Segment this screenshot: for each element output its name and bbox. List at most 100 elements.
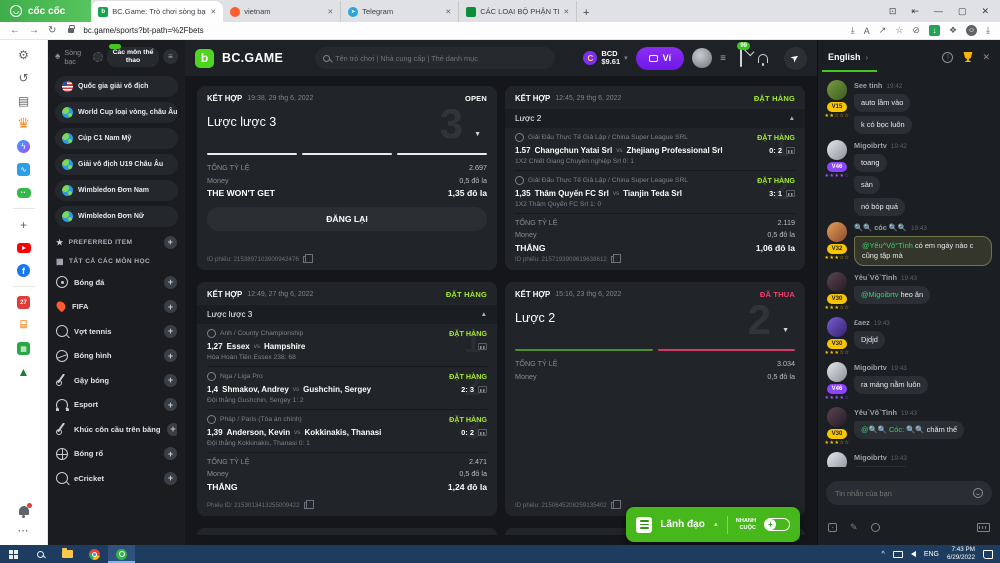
chat-bubble[interactable]: Djdjd — [854, 331, 885, 349]
youtube-icon[interactable] — [17, 243, 31, 253]
settings-gear-icon[interactable]: ⚙ — [16, 47, 31, 62]
sidebar-item-sport[interactable]: Vợt tennis+ — [56, 325, 177, 338]
chat-language-tab[interactable]: English — [828, 52, 861, 62]
file-explorer-icon[interactable] — [54, 545, 81, 563]
search-input[interactable] — [335, 54, 547, 63]
sidebar-item-league[interactable]: Quốc gia giải vô địch — [55, 76, 178, 97]
mention[interactable]: @Yêu^Vô°Tình — [862, 241, 913, 250]
sidebar-item-sport[interactable]: Khúc côn cầu trên băng+ — [56, 423, 177, 436]
game-search[interactable] — [315, 47, 555, 69]
vip-crown-icon[interactable]: ♛ — [16, 116, 31, 131]
expand-plus-button[interactable]: + — [167, 423, 178, 436]
casino-sports-toggle[interactable]: ♠ Sòng bạc Các môn thể thao ≡ — [55, 47, 178, 67]
chat-bubble[interactable]: nó bóp quá — [854, 198, 905, 216]
chat-username[interactable]: Yêu`Vô`Tình — [854, 408, 897, 417]
reload-icon[interactable]: ↻ — [48, 26, 56, 36]
bet-title-row[interactable]: Lược 2▲ — [505, 109, 805, 128]
messenger-icon[interactable]: ϟ — [17, 140, 30, 153]
bet-leg[interactable]: 2 Nga / Liga ProĐẶT HÀNG 1,4Shmakov, And… — [207, 367, 487, 410]
action-center-icon[interactable] — [983, 550, 993, 559]
sports-toggle-label[interactable]: Các môn thể thao — [107, 47, 159, 67]
tab-search-icon[interactable]: ⊡ — [889, 6, 897, 17]
chat-bubble[interactable]: ra máng nằm luôn — [854, 376, 928, 394]
sidebar-item-sport[interactable]: eCricket+ — [56, 472, 177, 485]
https-lock-icon[interactable] — [68, 28, 74, 33]
chevron-up-icon[interactable]: ▲ — [481, 311, 487, 318]
stats-icon[interactable] — [478, 429, 487, 436]
pen-icon[interactable]: ✎ — [850, 522, 858, 533]
add-preferred-button[interactable]: + — [164, 236, 177, 249]
dice-icon[interactable] — [828, 523, 837, 532]
chat-username[interactable]: Migoibrtv — [854, 453, 887, 462]
url-text[interactable]: bc.game/sports?bt-path=%2Fbets — [83, 26, 203, 35]
account-menu-icon[interactable]: ≡ — [720, 53, 726, 64]
tab-vietnam[interactable]: vietnam ✕ — [223, 1, 341, 22]
sidebar-item-sport[interactable]: Bóng rổ+ — [56, 447, 177, 460]
chart-app-icon[interactable]: ∿ — [17, 163, 30, 176]
chat-rules-icon[interactable]: ! — [942, 52, 953, 63]
save-page-icon[interactable]: ⤓ — [851, 25, 855, 36]
expand-plus-button[interactable]: + — [164, 325, 177, 338]
chat-username[interactable]: See tinh — [854, 81, 882, 90]
back-icon[interactable]: ← — [10, 26, 20, 36]
sidebar-item-sport[interactable]: Bóng đá+ — [56, 276, 177, 289]
tab-sports-parts[interactable]: CÁC LOẠI BỘ PHẬN THỂ TH ✕ — [459, 1, 577, 22]
sidebar-item-league[interactable]: Wimbledon Đơn Nữ — [55, 206, 178, 227]
bcgame-logo-icon[interactable]: b — [195, 49, 214, 68]
sidebar-item-sport[interactable]: Bóng hình+ — [56, 349, 177, 362]
add-shortcut-icon[interactable]: + — [16, 217, 31, 232]
gamepad-icon[interactable]: •• — [17, 188, 31, 198]
avatar[interactable] — [827, 362, 847, 382]
currency-selector[interactable]: C BCD $9.61 ▾ — [583, 50, 627, 67]
sidebar-item-league[interactable]: Giải vô địch U19 Châu Âu — [55, 154, 178, 175]
adblock-icon[interactable]: ⊘ — [912, 25, 920, 36]
chat-bubble-mention[interactable]: @🔍🔍 Cóc: 🔍🔍 chăm thế — [854, 421, 964, 439]
history-icon[interactable]: ↺ — [16, 70, 31, 85]
bookmark-star-icon[interactable]: ☆ — [895, 25, 903, 36]
bet-leg[interactable]: 1 Anh / County ChampionshipĐẶT HÀNG 1,27… — [207, 324, 487, 367]
sidebar-item-league[interactable]: World Cup loại vòng, châu Âu — [55, 102, 178, 123]
quickbet-toggle[interactable]: + — [764, 518, 790, 531]
newsfeed-icon[interactable]: ▤ — [16, 93, 31, 108]
chat-bubble[interactable]: dít kuj nha nó — [854, 466, 912, 467]
avatar[interactable] — [692, 48, 712, 68]
chat-username[interactable]: Migoibrtv — [854, 363, 887, 372]
notifications-icon[interactable] — [758, 54, 768, 63]
sidebar-item-sport[interactable]: Esport+ — [56, 398, 177, 411]
sidebar-item-league[interactable]: Cúp C1 Nam Mỹ — [55, 128, 178, 149]
copy-icon[interactable] — [611, 502, 617, 509]
keyboard-icon[interactable] — [977, 523, 990, 532]
messages-icon[interactable]: 99 — [740, 49, 742, 67]
close-tab-icon[interactable]: ✕ — [563, 8, 569, 16]
shopping-cart-icon[interactable]: ⌸ — [16, 318, 31, 333]
chevron-down-icon[interactable]: ▼ — [782, 327, 789, 334]
facebook-icon[interactable]: f — [17, 264, 30, 277]
tab-bcgame[interactable]: b BC.Game: Trò chơi sòng bạc ✕ — [91, 1, 223, 22]
bet-leg[interactable]: 3 Pháp / Paris (Tòa án chính)ĐẶT HÀNG 1,… — [207, 410, 487, 453]
expand-plus-button[interactable]: + — [164, 447, 177, 460]
chat-bubble[interactable]: toang — [854, 154, 887, 172]
expand-plus-button[interactable]: + — [164, 398, 177, 411]
chat-input[interactable] — [835, 489, 968, 498]
sidebar-item-league[interactable]: Wimbledon Đơn Nam — [55, 180, 178, 201]
chevron-up-icon[interactable]: ▲ — [789, 115, 795, 122]
trophy-icon[interactable] — [962, 52, 973, 62]
downloads-icon[interactable]: ⤓ — [986, 25, 990, 36]
bet-title-row[interactable]: Lược 2 2 ▼ — [515, 299, 795, 347]
chat-bubble-mention[interactable]: @Migoibrtv heo ăn — [854, 286, 930, 304]
bet-title-row[interactable]: Lược lược 3 3 ▼ — [207, 103, 487, 151]
close-window-button[interactable]: ✕ — [981, 6, 989, 17]
chat-username[interactable]: Yêu`Vô`Tình — [854, 273, 897, 282]
tray-expand-icon[interactable]: ^ — [882, 551, 885, 558]
wallet-button[interactable]: Ví — [636, 47, 685, 70]
stats-icon[interactable] — [786, 147, 795, 154]
bcgame-logo-text[interactable]: BC.GAME — [222, 51, 283, 65]
chat-username[interactable]: £aez — [854, 318, 870, 327]
share-icon[interactable]: ↗ — [879, 25, 887, 36]
more-icon[interactable]: ⋯ — [16, 523, 31, 538]
mention[interactable]: @Migoibrtv — [861, 290, 898, 299]
chat-bubble[interactable]: auto lầm vào — [854, 94, 910, 112]
chat-bubble-mention[interactable]: @Yêu^Vô°Tình có em ngày nào c cũng tập m… — [854, 236, 992, 266]
expand-plus-button[interactable]: + — [164, 472, 177, 485]
chat-toggle-button[interactable]: ➤ — [784, 47, 807, 70]
